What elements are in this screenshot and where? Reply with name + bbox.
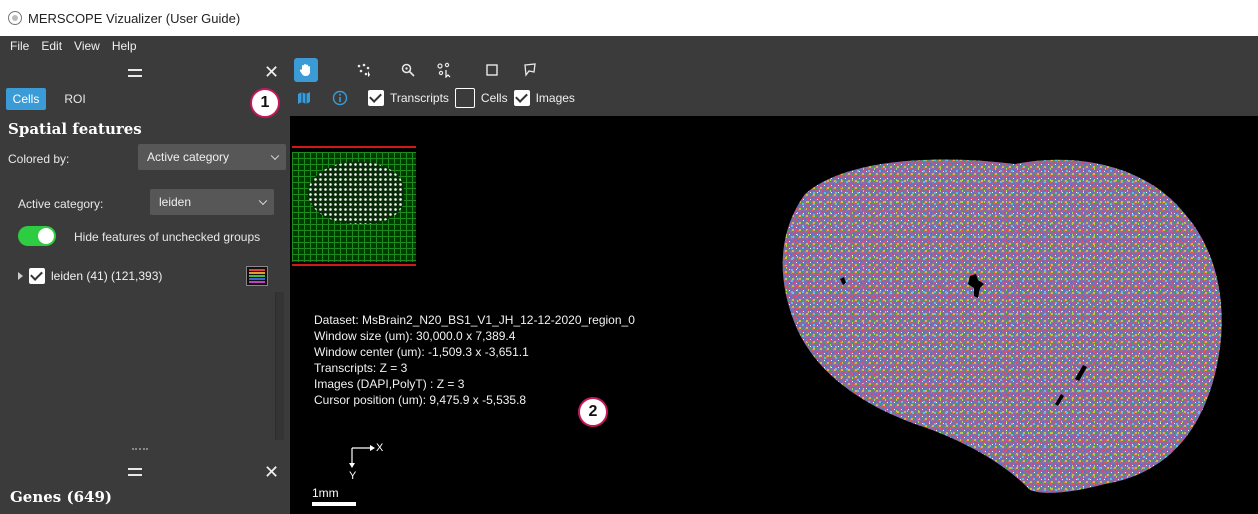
info-window-size: Window size (um): 30,000.0 x 7,389.4: [314, 329, 516, 343]
axes-indicator: X Y: [340, 436, 390, 486]
active-category-select[interactable]: leiden: [150, 189, 274, 215]
callout-2: 2: [578, 397, 608, 427]
zoom-icon[interactable]: [396, 58, 420, 82]
app-logo-icon: [8, 11, 22, 25]
info-images: Images (DAPI,PolyT) : Z = 3: [314, 377, 465, 391]
genes-heading: Genes (649): [10, 488, 112, 506]
active-category-label: Active category:: [18, 197, 104, 211]
cells-label: Cells: [480, 91, 508, 105]
menu-bar: File Edit View Help: [0, 36, 290, 56]
tree-item-label: leiden (41) (121,393): [51, 269, 163, 283]
window-titlebar: MERSCOPE Vizualizer (User Guide): [0, 0, 1258, 36]
dataset-info-overlay: Dataset: MsBrain2_N20_BS1_V1_JH_12-12-20…: [314, 312, 635, 408]
panel-splitter[interactable]: [132, 448, 148, 450]
map-icon[interactable]: [294, 88, 314, 108]
menu-file[interactable]: File: [10, 39, 29, 53]
colored-by-value: Active category: [147, 150, 230, 164]
window-title: MERSCOPE Vizualizer (User Guide): [28, 10, 241, 26]
cells-checkbox[interactable]: [454, 88, 475, 108]
panel-drag-handle-icon[interactable]: [128, 69, 142, 77]
tree-item-leiden[interactable]: leiden (41) (121,393): [18, 268, 162, 284]
active-category-value: leiden: [159, 195, 192, 209]
rectangle-select-icon[interactable]: [480, 58, 504, 82]
left-panel: File Edit View Help ✕ Cells ROI Spatial …: [0, 36, 290, 514]
close-icon[interactable]: ✕: [264, 64, 279, 82]
menu-view[interactable]: View: [74, 39, 100, 53]
info-dataset: Dataset: MsBrain2_N20_BS1_V1_JH_12-12-20…: [314, 313, 635, 327]
layer-toggle-row: Transcripts Cells Images: [290, 88, 575, 108]
info-window-center: Window center (um): -1,509.3 x -3,651.1: [314, 345, 529, 359]
scale-bar: 1mm: [312, 486, 356, 506]
pan-hand-icon[interactable]: [294, 58, 318, 82]
menu-help[interactable]: Help: [112, 39, 137, 53]
callout-1: 1: [250, 88, 280, 118]
chevron-down-icon: [258, 196, 268, 206]
y-axis-label: Y: [349, 470, 357, 482]
brain-section-image: [782, 159, 1222, 493]
scatter-points-icon[interactable]: [352, 58, 376, 82]
close-icon[interactable]: ✕: [264, 464, 279, 482]
feature-list-area: [6, 292, 276, 440]
expand-arrow-icon[interactable]: [18, 272, 23, 280]
viewer-canvas[interactable]: Dataset: MsBrain2_N20_BS1_V1_JH_12-12-20…: [290, 116, 1258, 514]
colored-by-label: Colored by:: [8, 152, 70, 166]
info-transcripts: Transcripts: Z = 3: [314, 361, 408, 375]
menu-edit[interactable]: Edit: [41, 39, 62, 53]
tab-roi[interactable]: ROI: [58, 88, 92, 110]
minimap-tissue: [308, 162, 404, 224]
minimap-viewport-bottom: [292, 264, 416, 266]
minimap-viewport-top: [292, 146, 416, 148]
images-label: Images: [535, 91, 575, 105]
x-axis-label: X: [376, 442, 384, 454]
colored-by-select[interactable]: Active category: [138, 144, 286, 170]
select-points-icon[interactable]: [432, 58, 456, 82]
hide-unchecked-label: Hide features of unchecked groups: [74, 230, 261, 244]
scale-bar-line: [312, 502, 356, 506]
transcripts-label: Transcripts: [390, 91, 449, 105]
chevron-down-icon: [270, 151, 280, 161]
scale-bar-label: 1mm: [312, 486, 339, 500]
color-palette-icon[interactable]: [246, 266, 268, 286]
images-checkbox[interactable]: [513, 90, 530, 106]
leiden-checkbox[interactable]: [29, 268, 45, 284]
lasso-select-icon[interactable]: [518, 58, 542, 82]
scrollbar[interactable]: [276, 292, 284, 440]
transcripts-checkbox[interactable]: [368, 90, 384, 106]
info-icon[interactable]: [330, 88, 350, 108]
tab-cells[interactable]: Cells: [6, 88, 46, 110]
panel-drag-handle-icon[interactable]: [128, 468, 142, 476]
minimap[interactable]: [292, 146, 416, 268]
hide-unchecked-toggle[interactable]: [18, 226, 56, 246]
spatial-features-heading: Spatial features: [8, 120, 142, 138]
toggle-knob: [38, 228, 54, 244]
